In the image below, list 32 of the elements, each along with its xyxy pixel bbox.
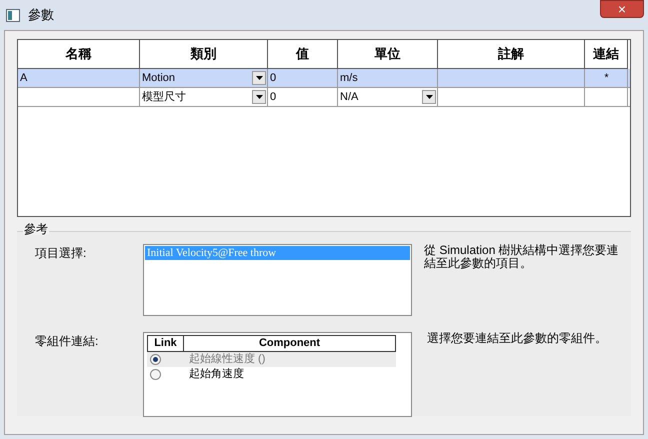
caret-down-icon bbox=[256, 76, 262, 80]
table-row[interactable]: 模型尺寸 0 N/A bbox=[18, 88, 630, 107]
column-header[interactable]: Component bbox=[184, 336, 395, 351]
hint-text: 從 Simulation 樹狀結構中選擇您要連結至此參數的項目。 bbox=[424, 244, 620, 272]
radio-button[interactable] bbox=[150, 369, 161, 380]
table-cell: 模型尺寸 bbox=[142, 92, 186, 102]
dropdown-button[interactable] bbox=[252, 71, 266, 85]
table-cell: * bbox=[604, 72, 609, 84]
close-button[interactable]: × bbox=[600, 0, 644, 18]
caret-down-icon bbox=[256, 95, 262, 99]
field-label: 項目選擇: bbox=[34, 245, 88, 262]
table-cell: Motion bbox=[142, 72, 176, 84]
component-name: 起始線性速度 () bbox=[189, 354, 266, 365]
field-label: 零組件連結: bbox=[34, 333, 100, 350]
table-cell: 0 bbox=[270, 92, 276, 102]
table-row[interactable]: A Motion 0 m/s * bbox=[18, 69, 630, 88]
component-row[interactable]: 起始線性速度 () bbox=[147, 352, 396, 367]
component-row[interactable]: 起始角速度 bbox=[147, 367, 396, 382]
radio-button[interactable] bbox=[150, 354, 161, 365]
window-title: 參數 bbox=[28, 6, 54, 24]
dropdown-button[interactable] bbox=[252, 90, 266, 104]
hint-text: 選擇您要連結至此參數的零組件。 bbox=[427, 332, 608, 347]
table-cell: 0 bbox=[270, 72, 276, 84]
table-cell: m/s bbox=[340, 72, 358, 84]
caret-down-icon bbox=[426, 95, 432, 99]
column-header[interactable]: Link bbox=[148, 336, 184, 351]
window-app-icon bbox=[6, 8, 20, 22]
component-name: 起始角速度 bbox=[189, 369, 244, 380]
dropdown-button[interactable] bbox=[422, 90, 436, 104]
group-title: 參考 bbox=[23, 223, 49, 235]
table-cell: N/A bbox=[340, 92, 358, 102]
table-cell: A bbox=[20, 72, 28, 84]
